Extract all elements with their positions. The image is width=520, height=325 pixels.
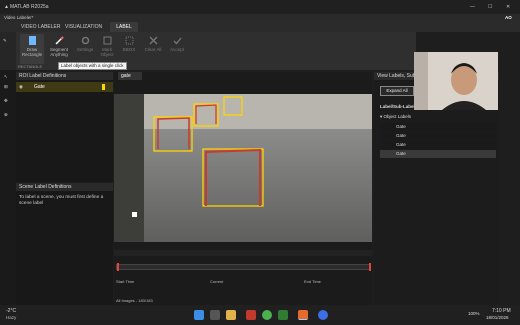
matlab-logo-icon: ▲: [4, 4, 9, 10]
roi-item-label: Gate: [34, 84, 45, 90]
windows-taskbar: -2°C Hazy 100% 7:10 PM 18/01/2026: [0, 305, 520, 325]
tooltip: Label objects with a single click: [58, 62, 127, 70]
start-time-label: Start Time: [116, 279, 135, 284]
status-text: All Images - 183/183: [116, 298, 153, 303]
accept-icon: [173, 37, 182, 45]
presenter-image: [414, 52, 498, 110]
tree-row[interactable]: Gate: [380, 150, 496, 158]
minimize-icon[interactable]: —: [470, 0, 475, 14]
start-icon[interactable]: [194, 310, 204, 320]
scene-panel-title: Scene Label Definitions: [19, 184, 72, 190]
clock-time[interactable]: 7:10 PM: [492, 308, 511, 314]
settings-button[interactable]: Settings: [73, 34, 97, 64]
battery-percent[interactable]: 100%: [468, 311, 480, 316]
chrome-icon[interactable]: [262, 310, 272, 320]
toolstrip-tabs: VIDEO LABELER VISUALIZATION LABEL: [0, 22, 520, 32]
search-icon[interactable]: [210, 310, 220, 320]
pointer-icon[interactable]: ↖: [4, 74, 8, 80]
mark-object-button[interactable]: Mark Object: [95, 34, 119, 64]
tree-header: Label/Sub-Label: [380, 104, 415, 109]
app-tab-strip: Video Labeler* AO: [0, 14, 520, 22]
tab-video-labeler[interactable]: VIDEO LABELER: [18, 22, 63, 32]
weather-temp[interactable]: -2°C: [6, 308, 16, 314]
end-marker[interactable]: [369, 263, 371, 271]
timeline-slider[interactable]: [116, 263, 371, 271]
tree-row[interactable]: Gate: [380, 141, 496, 149]
window-title: MATLAB R2025a: [10, 4, 49, 10]
draw-rectangle-button[interactable]: Draw Rectangle: [20, 34, 44, 64]
close-icon[interactable]: ✕: [506, 0, 510, 14]
mark-object-icon: [103, 36, 111, 45]
scene-panel-header: Scene Label Definitions: [16, 183, 113, 191]
segment-anything-button[interactable]: Segment Anything: [47, 34, 71, 64]
settings-icon: [81, 36, 89, 45]
grid-icon[interactable]: ⊞: [4, 84, 8, 90]
current-time-label: Current: [210, 279, 224, 284]
scene-label-panel: Scene Label Definitions To label a scene…: [16, 183, 113, 308]
video-display-panel: gate Start Time Current End Time All Ima…: [114, 72, 372, 308]
end-time-label: End Time: [304, 279, 321, 284]
expand-all-button[interactable]: Expand All: [380, 86, 414, 96]
tree-row[interactable]: Gate: [380, 123, 496, 131]
bbox-icon: [125, 36, 133, 45]
object-labels-group[interactable]: ▾ Object Labels: [380, 114, 496, 121]
timeline-header: [114, 250, 372, 256]
draw-rectangle-icon: [28, 36, 36, 45]
title-bar: ▲ MATLAB R2025a — ☐ ✕: [0, 0, 520, 14]
roi-panel-header: ROI Label Definitions: [16, 72, 113, 80]
clock-date[interactable]: 18/01/2026: [486, 315, 509, 320]
user-badge[interactable]: AO: [505, 15, 512, 20]
scene-panel-message: To label a scene, you must first define …: [19, 195, 104, 206]
accept-button[interactable]: Accept: [165, 34, 189, 64]
maximize-icon[interactable]: ☐: [488, 0, 492, 14]
tools-icon[interactable]: ✎: [3, 38, 7, 44]
app-tab[interactable]: Video Labeler*: [4, 15, 33, 20]
segment-anything-icon: [54, 36, 64, 45]
matlab-taskbar-icon[interactable]: [298, 310, 308, 320]
start-marker[interactable]: [117, 263, 119, 271]
visibility-icon[interactable]: ◉: [19, 84, 23, 90]
meet-icon[interactable]: [318, 310, 328, 320]
roi-panel-title: ROI Label Definitions: [19, 73, 67, 79]
quick-access-strip: ✎: [0, 32, 16, 70]
tree-row[interactable]: Gate: [380, 132, 496, 140]
left-tool-strip: ↖ ⊞ ✥ ⊕: [0, 70, 16, 305]
green-app-icon[interactable]: [278, 310, 288, 320]
right-panel-title: View Labels, Sub: [377, 73, 416, 79]
clear-all-icon: [149, 36, 157, 45]
tab-label[interactable]: LABEL: [110, 22, 138, 32]
ribbon: Draw Rectangle Segment Anything Settings…: [16, 32, 416, 70]
clear-all-button[interactable]: Clear All: [141, 34, 165, 64]
weather-text[interactable]: Hazy: [6, 315, 16, 320]
pan-icon[interactable]: ✥: [4, 98, 8, 104]
roi-label-panel: ROI Label Definitions ◉ Gate: [16, 72, 113, 182]
tab-visualization[interactable]: VISUALIZATION: [62, 22, 105, 32]
label-color-swatch: [102, 84, 105, 90]
file-explorer-icon[interactable]: [226, 310, 236, 320]
bbox-button[interactable]: BBOX: [117, 34, 141, 64]
ribbon-section-label: RECTANGLE: [18, 64, 43, 69]
video-frame[interactable]: [114, 94, 372, 242]
roi-item-gate[interactable]: ◉ Gate: [16, 82, 113, 92]
video-tab[interactable]: gate: [118, 72, 142, 80]
webcam-overlay: [414, 52, 498, 110]
wps-icon[interactable]: [246, 310, 256, 320]
zoom-icon[interactable]: ⊕: [4, 112, 8, 118]
